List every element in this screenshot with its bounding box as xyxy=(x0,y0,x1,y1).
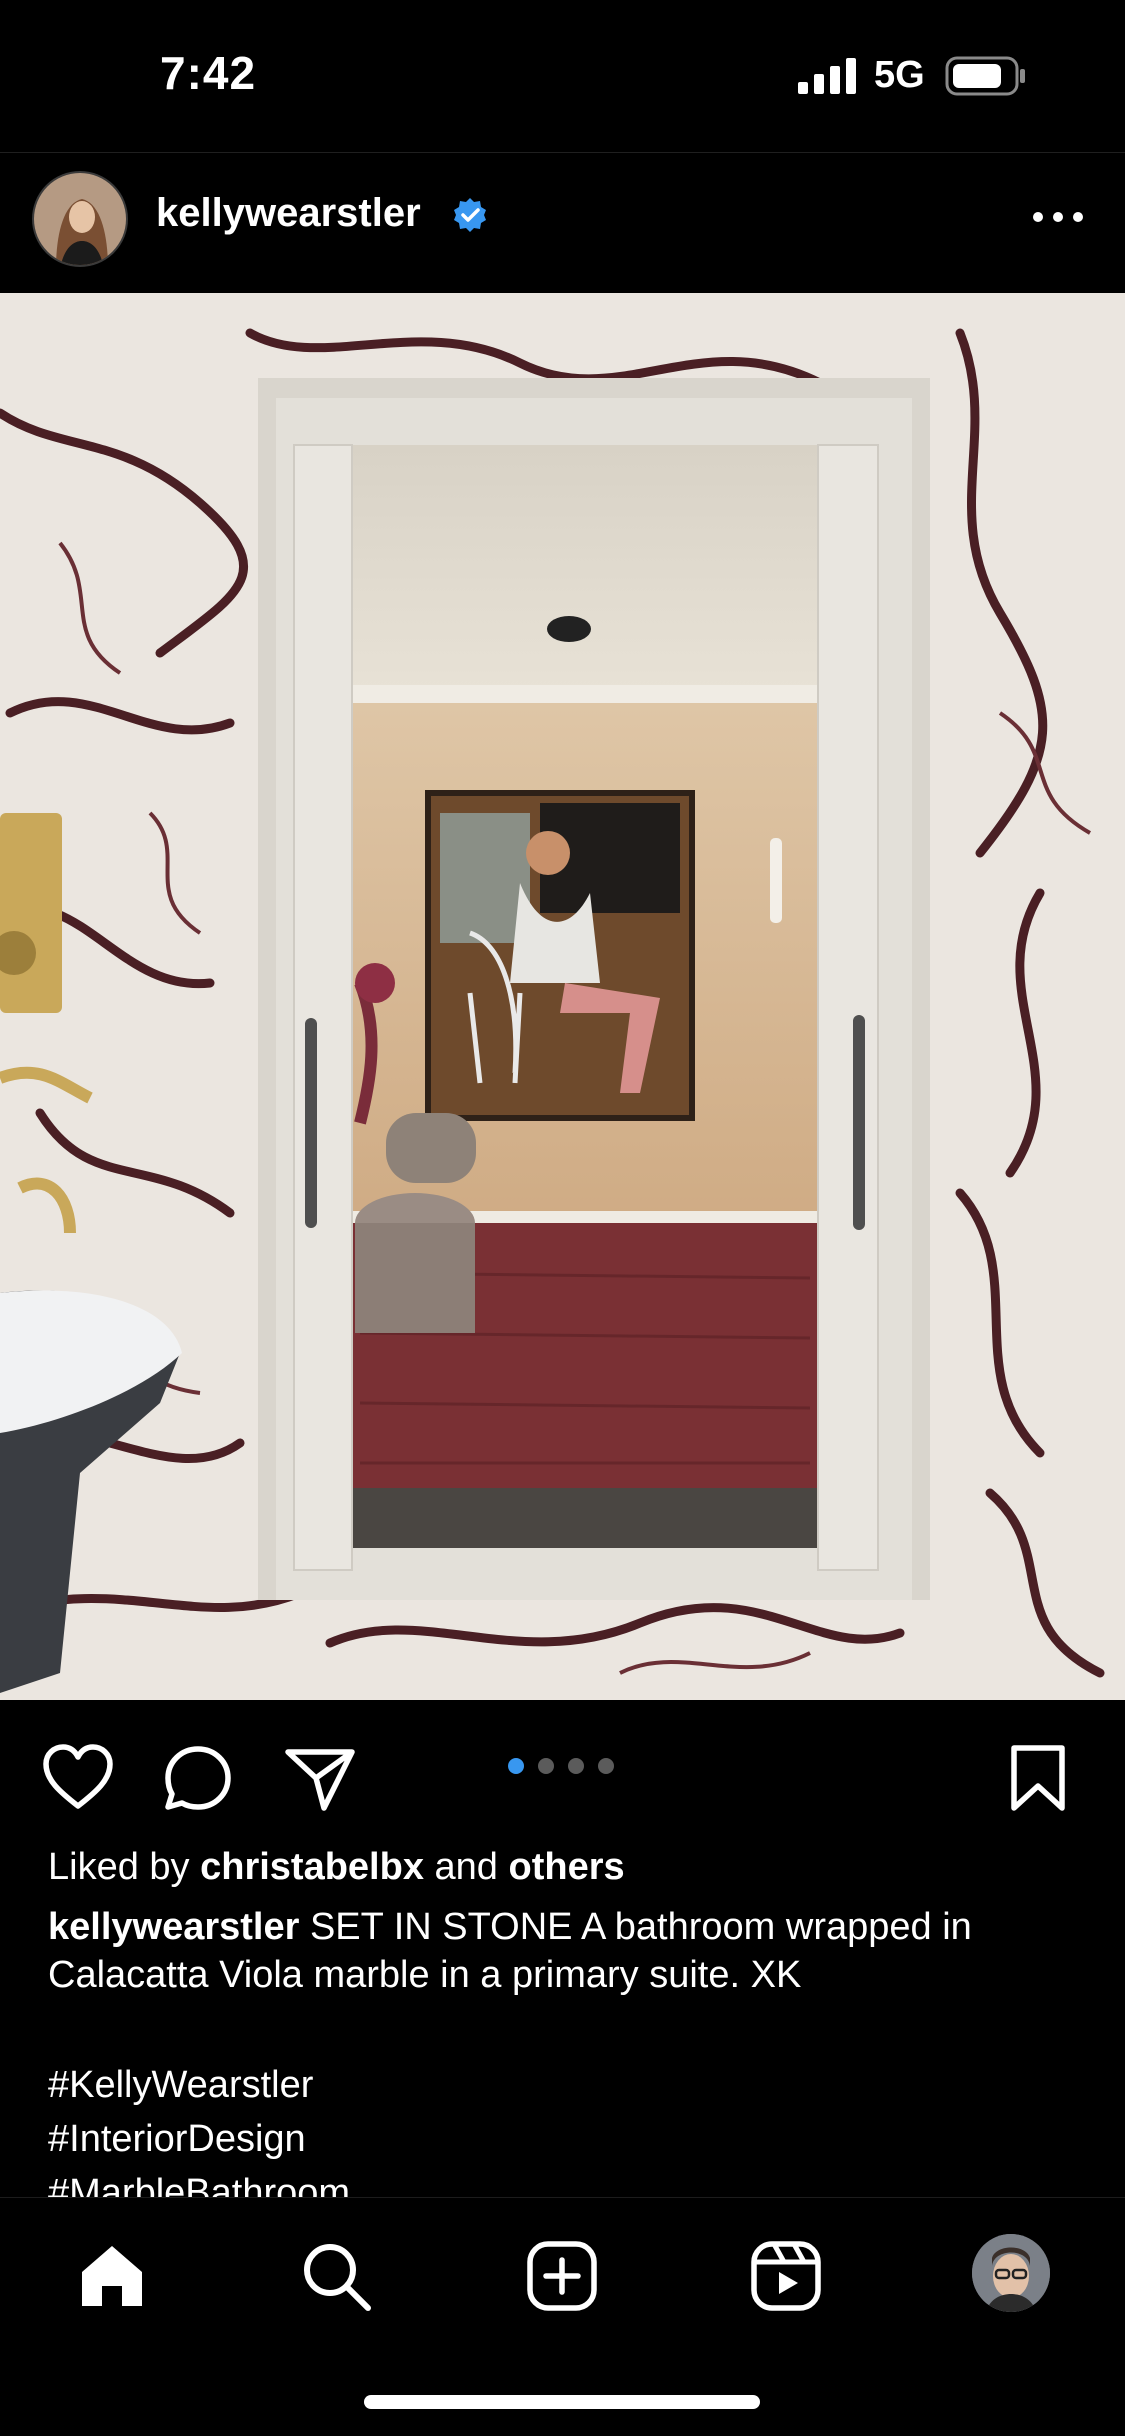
profile-avatar[interactable] xyxy=(972,2234,1050,2312)
status-bar: 7:42 5G xyxy=(0,0,1125,150)
carousel-dot-3 xyxy=(568,1758,584,1774)
carousel-indicator xyxy=(508,1758,628,1778)
network-type: 5G xyxy=(874,54,925,96)
hashtag[interactable]: #InteriorDesign xyxy=(48,2112,350,2166)
reels-icon[interactable] xyxy=(748,2238,824,2314)
liked-user[interactable]: christabelbx xyxy=(200,1846,424,1888)
battery-icon xyxy=(945,56,1025,96)
more-options-icon[interactable] xyxy=(1030,205,1086,229)
post-header: kellywearstler xyxy=(0,152,1125,292)
home-icon[interactable] xyxy=(74,2238,150,2314)
verified-badge-icon xyxy=(454,198,486,232)
hashtag-list: #KellyWearstler #InteriorDesign #MarbleB… xyxy=(48,2058,350,2220)
carousel-dot-4 xyxy=(598,1758,614,1774)
hashtag[interactable]: #KellyWearstler xyxy=(48,2058,350,2112)
carousel-dot-2 xyxy=(538,1758,554,1774)
liked-prefix: Liked by xyxy=(48,1846,201,1888)
post-caption: Liked by christabelbx and others kellywe… xyxy=(48,1843,1088,1999)
liked-mid: and xyxy=(423,1846,509,1888)
status-time: 7:42 xyxy=(160,47,257,99)
post-photo[interactable] xyxy=(0,293,1125,1700)
liked-others[interactable]: others xyxy=(509,1846,625,1888)
bookmark-icon[interactable] xyxy=(1000,1740,1076,1816)
search-icon[interactable] xyxy=(298,2238,374,2314)
author-avatar[interactable] xyxy=(32,171,128,267)
caption-author[interactable]: kellywearstler xyxy=(48,1906,299,1948)
liked-by-line[interactable]: Liked by christabelbx and others xyxy=(48,1843,1088,1891)
cellular-signal-icon xyxy=(798,58,856,94)
author-username[interactable]: kellywearstler xyxy=(156,191,421,236)
carousel-dot-1 xyxy=(508,1758,524,1774)
comment-icon[interactable] xyxy=(160,1740,236,1816)
heart-icon[interactable] xyxy=(40,1740,116,1816)
paper-plane-icon[interactable] xyxy=(282,1740,358,1816)
bathroom-photo-illustration xyxy=(0,293,1125,1700)
caption-text: kellywearstler SET IN STONE A bathroom w… xyxy=(48,1903,1088,1999)
home-indicator[interactable] xyxy=(364,2395,760,2409)
create-icon[interactable] xyxy=(524,2238,600,2314)
